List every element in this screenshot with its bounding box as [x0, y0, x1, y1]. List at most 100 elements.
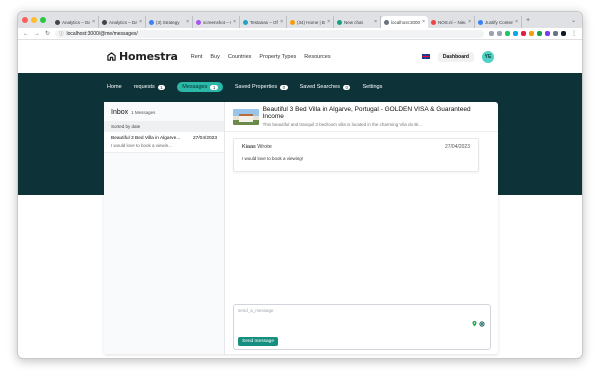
subnav-label: Saved Searches [299, 84, 340, 90]
browser-tab[interactable]: NOS.nl – Nieuw× [428, 16, 475, 28]
tab-close-icon[interactable]: × [92, 19, 95, 25]
tab-favicon-icon [384, 19, 389, 25]
location-pin-icon[interactable] [472, 321, 477, 327]
nav-link[interactable]: Countries [228, 54, 252, 60]
brand-logo[interactable]: Homestra [107, 50, 178, 63]
inbox-header: Inbox 1 Messages [104, 102, 224, 119]
extension-icon[interactable] [497, 31, 502, 36]
extension-icon[interactable] [489, 31, 494, 36]
tab-bar: Analytics – Daci×Analytics – Daci×(3) St… [18, 12, 582, 28]
send-message-button[interactable]: Send message [238, 337, 278, 346]
tab-close-icon[interactable]: × [327, 19, 330, 25]
account-subnav: Home requests 1 Messages 1 Saved Properties 0 S… [107, 82, 382, 92]
house-icon [107, 52, 116, 61]
subnav-label: requests [133, 84, 155, 90]
tab-close-icon[interactable]: × [186, 19, 189, 25]
tab-title: localhost:3000/ [391, 19, 421, 25]
inbox-title: Inbox [111, 109, 129, 116]
browser-tab[interactable]: Analytics – Daci× [52, 16, 99, 28]
main-nav: Rent Buy Countries Property Types Resources [191, 54, 331, 60]
browser-tab[interactable]: New chat × [334, 16, 381, 28]
browser-menu-icon[interactable]: ⋮ [571, 30, 577, 37]
tab-favicon-icon [431, 19, 436, 25]
browser-tab[interactable]: Testanas – Offic× [240, 16, 287, 28]
subnav-label: Settings [362, 84, 383, 90]
extension-icon[interactable] [513, 31, 518, 36]
extension-icon[interactable] [561, 31, 566, 36]
extension-icon[interactable] [537, 31, 542, 36]
tab-favicon-icon [196, 19, 201, 25]
browser-tab[interactable]: Justify Content × [475, 16, 522, 28]
tab-close-icon[interactable]: × [468, 19, 471, 25]
tab-favicon-icon [290, 19, 295, 25]
url-field[interactable]: ⓘ localhost:3000/@me/messages/ [55, 29, 484, 38]
reload-icon[interactable]: ↻ [45, 30, 50, 37]
browser-tab[interactable]: Analytics – Daci× [99, 16, 146, 28]
message-input[interactable] [238, 308, 448, 322]
tab-close-icon[interactable]: × [139, 19, 142, 25]
count-badge: 1 [210, 84, 218, 90]
tab-search-icon[interactable]: ⌄ [571, 17, 576, 24]
info-icon[interactable]: ⓘ [59, 31, 64, 37]
message-card: Kiaas Wrote 27/04/2023 I would love to b… [233, 138, 479, 172]
tab-close-icon[interactable]: × [233, 19, 236, 25]
subnav-item[interactable]: Saved Properties 0 [235, 84, 288, 90]
minimize-window-button[interactable] [31, 17, 37, 23]
tab-close-icon[interactable]: × [515, 19, 518, 25]
sender-verb: Wrote [257, 144, 272, 150]
extension-icon[interactable] [529, 31, 534, 36]
brand-name: Homestra [119, 50, 178, 63]
tab-favicon-icon [102, 19, 107, 25]
tab-title: Testanas – Offic [250, 19, 278, 25]
tab-title: (3) Strategy [156, 19, 180, 25]
inbox-sidebar: Inbox 1 Messages Sorted by date Beautifu… [104, 102, 225, 354]
avatar[interactable]: YE [482, 50, 494, 63]
nav-link[interactable]: Rent [191, 54, 203, 60]
subnav-item[interactable]: Saved Searches 0 [300, 84, 351, 90]
back-icon[interactable]: ← [23, 31, 29, 37]
message-body: I would love to book a viewing! [242, 156, 304, 161]
browser-tab[interactable]: (3) Strategy × [146, 16, 193, 28]
close-window-button[interactable] [22, 17, 28, 23]
dashboard-button[interactable]: Dashboard [437, 51, 474, 62]
sort-label: Sorted by date [104, 121, 224, 132]
browser-window: Analytics – Daci×Analytics – Daci×(3) St… [17, 11, 583, 359]
property-header[interactable]: Beautiful 3 Bed Villa in Algarve, Portug… [225, 102, 498, 132]
extension-icon[interactable] [545, 31, 550, 36]
extension-icon[interactable] [553, 31, 558, 36]
tab-title: NOS.nl – Nieuw [438, 19, 466, 25]
tab-close-icon[interactable]: × [374, 19, 377, 25]
count-badge: 0 [280, 84, 288, 90]
tab-favicon-icon [55, 19, 60, 25]
extension-icon[interactable] [505, 31, 510, 36]
subnav-item[interactable]: Messages 1 [177, 82, 223, 92]
subnav-item[interactable]: Settings [362, 84, 382, 90]
property-title[interactable]: Beautiful 3 Bed Villa in Algarve, Portug… [263, 106, 490, 120]
conversation-item[interactable]: Beautiful 3 Bed Villa in Algarve... 27/0… [104, 132, 224, 153]
nav-link[interactable]: Property Types [259, 54, 296, 60]
new-tab-button[interactable]: + [526, 17, 530, 24]
subnav-item[interactable]: Home [107, 84, 122, 90]
nav-link[interactable]: Buy [210, 54, 219, 60]
maximize-window-button[interactable] [40, 17, 46, 23]
browser-tab[interactable]: localhost:3000/× [381, 16, 428, 28]
tab-close-icon[interactable]: × [280, 19, 283, 25]
url-text: localhost:3000/@me/messages/ [66, 30, 138, 37]
conversation-date: 27/04/2023 [192, 136, 217, 141]
extension-icons [489, 31, 566, 36]
tab-close-icon[interactable]: × [422, 19, 425, 25]
conversation-thread: Beautiful 3 Bed Villa in Algarve, Portug… [225, 102, 498, 354]
property-thumbnail[interactable] [233, 108, 259, 125]
property-description: This beautiful and tranquil 3 bedroom vi… [262, 122, 423, 127]
tab-favicon-icon [337, 19, 342, 25]
emoji-icon[interactable] [479, 321, 485, 327]
browser-tab[interactable]: screenshot – Go× [193, 16, 240, 28]
forward-icon[interactable]: → [34, 31, 40, 37]
browser-tab[interactable]: (34) Home | Boo× [287, 16, 334, 28]
inbox-count: 1 Messages [131, 110, 156, 115]
messages-panel: Inbox 1 Messages Sorted by date Beautifu… [104, 102, 498, 354]
subnav-item[interactable]: requests 1 [134, 84, 166, 90]
uk-flag-icon[interactable] [421, 54, 430, 59]
nav-link[interactable]: Resources [304, 54, 330, 60]
extension-icon[interactable] [521, 31, 526, 36]
